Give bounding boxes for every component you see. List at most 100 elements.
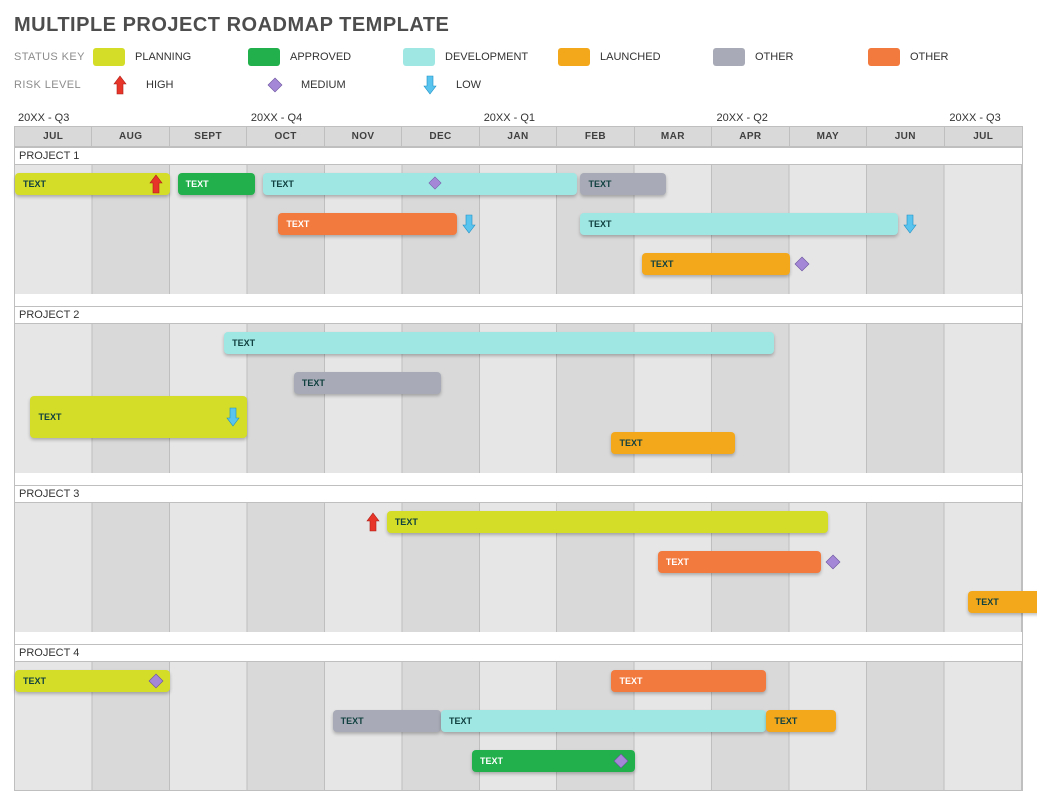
status-legend-item: APPROVED <box>248 48 403 66</box>
status-legend-item: LAUNCHED <box>558 48 713 66</box>
gantt-bar-label: TEXT <box>588 179 611 189</box>
month-cell: OCT <box>247 126 324 147</box>
month-cell: MAR <box>635 126 712 147</box>
status-swatch <box>248 48 280 66</box>
gantt-bar-label: TEXT <box>666 557 689 567</box>
gantt-bar[interactable]: TEXT <box>611 670 766 692</box>
risk-high-icon <box>104 75 136 95</box>
gantt-bar[interactable]: TEXT <box>224 332 774 354</box>
gantt-bar-label: TEXT <box>976 597 999 607</box>
gantt-bar-label: TEXT <box>271 179 294 189</box>
month-cell: JUL <box>15 126 92 147</box>
status-key-label: STATUS KEY <box>14 51 93 63</box>
quarter-header: 20XX - Q320XX - Q420XX - Q120XX - Q220XX… <box>14 109 1023 126</box>
gantt-bar[interactable]: TEXT <box>441 710 766 732</box>
project-label: PROJECT 3 <box>15 485 1022 502</box>
risk-legend-item: LOW <box>414 75 569 95</box>
roadmap-grid: JULAUGSEPTOCTNOVDECJANFEBMARAPRMAYJUNJUL… <box>14 126 1023 791</box>
gantt-bar[interactable]: TEXT <box>580 213 898 235</box>
status-swatch <box>403 48 435 66</box>
lane-spacer <box>15 632 1022 644</box>
month-cell: FEB <box>557 126 634 147</box>
gantt-bar[interactable]: TEXT <box>333 710 441 732</box>
gantt-bar[interactable]: TEXT <box>263 173 577 195</box>
gantt-bar-label: TEXT <box>186 179 209 189</box>
gantt-bar[interactable]: TEXT <box>30 396 247 438</box>
gantt-bar[interactable]: TEXT <box>658 551 821 573</box>
gantt-bar[interactable]: TEXT <box>387 511 829 533</box>
quarter-cell: 20XX - Q3 <box>945 109 1023 126</box>
gantt-bar[interactable]: TEXT <box>15 670 170 692</box>
project-lane: TEXT TEXT TEXT TEXT <box>15 323 1022 473</box>
risk-high-icon <box>148 174 164 194</box>
status-swatch <box>713 48 745 66</box>
month-cell: NOV <box>325 126 402 147</box>
project-lane: TEXT TEXT TEXT TEXT TEXT TEXT TEXT <box>15 164 1022 294</box>
gantt-bar-label: TEXT <box>286 219 309 229</box>
risk-medium-icon <box>148 671 164 691</box>
gantt-bar-label: TEXT <box>302 378 325 388</box>
risk-legend-item: HIGH <box>104 75 259 95</box>
status-legend-label: OTHER <box>755 51 794 63</box>
project-label: PROJECT 2 <box>15 306 1022 323</box>
gantt-bar[interactable]: TEXT <box>294 372 441 394</box>
quarter-cell <box>790 109 868 126</box>
quarter-cell <box>635 109 713 126</box>
month-cell: DEC <box>402 126 479 147</box>
project-label: PROJECT 1 <box>15 147 1022 164</box>
status-legend-label: APPROVED <box>290 51 351 63</box>
month-cell: JUN <box>867 126 944 147</box>
quarter-cell: 20XX - Q1 <box>480 109 558 126</box>
gantt-bar-label: TEXT <box>23 676 46 686</box>
status-legend-item: OTHER <box>713 48 868 66</box>
gantt-bar[interactable]: TEXT <box>472 750 635 772</box>
risk-medium-icon <box>825 552 841 572</box>
quarter-cell <box>402 109 480 126</box>
risk-medium-icon <box>613 751 629 771</box>
gantt-bar-label: TEXT <box>619 676 642 686</box>
month-cell: JAN <box>480 126 557 147</box>
gantt-bar-label: TEXT <box>449 716 472 726</box>
gantt-bar[interactable]: TEXT <box>15 173 170 195</box>
risk-legend-label: HIGH <box>146 79 174 91</box>
risk-legend-row: RISK LEVEL HIGH MEDIUM LOW <box>14 71 1023 99</box>
month-cell: MAY <box>790 126 867 147</box>
month-cell: APR <box>712 126 789 147</box>
risk-legend-label: LOW <box>456 79 481 91</box>
gantt-bar[interactable]: TEXT <box>278 213 456 235</box>
gantt-bar-label: TEXT <box>480 756 503 766</box>
gantt-bar[interactable]: TEXT <box>580 173 665 195</box>
gantt-bar[interactable]: TEXT <box>642 253 789 275</box>
month-cell: SEPT <box>170 126 247 147</box>
status-legend-item: PLANNING <box>93 48 248 66</box>
gantt-bar-label: TEXT <box>774 716 797 726</box>
gantt-bar[interactable]: TEXT <box>766 710 836 732</box>
risk-low-icon <box>461 214 477 234</box>
risk-legend-item: MEDIUM <box>259 75 414 95</box>
quarter-cell: 20XX - Q4 <box>247 109 325 126</box>
gantt-bar-label: TEXT <box>38 412 61 422</box>
status-legend-label: LAUNCHED <box>600 51 661 63</box>
quarter-cell <box>92 109 170 126</box>
risk-medium-icon <box>428 174 442 194</box>
gantt-bar-label: TEXT <box>395 517 418 527</box>
gantt-bar-label: TEXT <box>232 338 255 348</box>
gantt-bar[interactable]: TEXT <box>611 432 735 454</box>
status-swatch <box>93 48 125 66</box>
quarter-cell <box>557 109 635 126</box>
gantt-bar[interactable]: TEXT <box>178 173 255 195</box>
status-swatch <box>868 48 900 66</box>
project-label: PROJECT 4 <box>15 644 1022 661</box>
risk-medium-icon <box>259 75 291 95</box>
status-swatch <box>558 48 590 66</box>
month-cell: JUL <box>945 126 1022 147</box>
gantt-bar-label: TEXT <box>650 259 673 269</box>
risk-low-icon <box>225 407 241 427</box>
gantt-bar[interactable]: TEXT <box>968 591 1037 613</box>
risk-level-label: RISK LEVEL <box>14 79 104 91</box>
project-lane: TEXT TEXT TEXT TEXT TEXT TEXT <box>15 661 1022 791</box>
gantt-bar-label: TEXT <box>341 716 364 726</box>
status-legend-label: DEVELOPMENT <box>445 51 528 63</box>
risk-high-icon <box>365 512 381 532</box>
status-legend-item: OTHER <box>868 48 1023 66</box>
